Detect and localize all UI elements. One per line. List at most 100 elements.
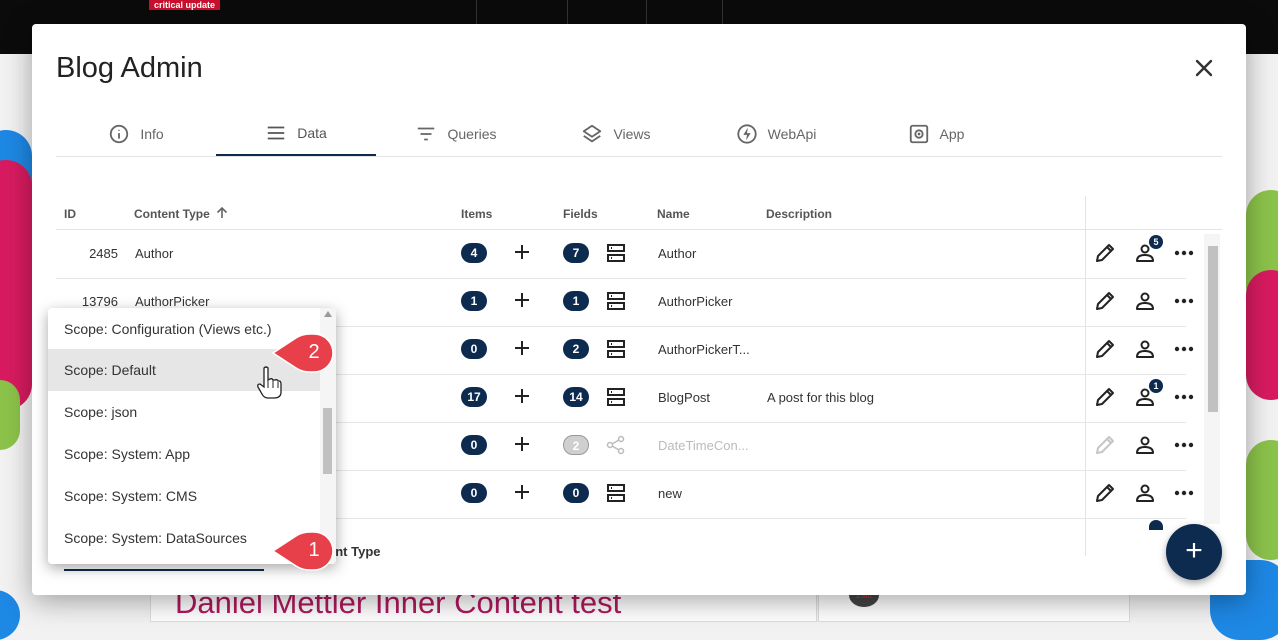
items-count-badge[interactable]: 0 <box>461 435 487 455</box>
header-description[interactable]: Description <box>766 207 832 221</box>
permissions-count-badge: 1 <box>1149 379 1163 393</box>
table-header: ID Content Type Items Fields Name Descri… <box>56 200 1086 230</box>
row-content-type: Author <box>135 246 174 261</box>
fields-icon[interactable] <box>605 482 627 504</box>
layers-icon <box>583 124 602 143</box>
arrow-up-icon[interactable] <box>215 206 229 220</box>
row-id: 13796 <box>81 294 118 309</box>
tab-queries[interactable]: Queries <box>376 112 536 156</box>
more-icon[interactable] <box>1173 434 1195 456</box>
fields-count-badge[interactable]: 2 <box>563 435 589 455</box>
add-content-type-button[interactable]: + <box>1166 524 1222 580</box>
edit-icon[interactable] <box>1094 290 1116 312</box>
add-item-icon[interactable] <box>512 242 532 262</box>
tab-bar: Info Data Queries Views WebApi App <box>56 112 1222 157</box>
info-icon <box>110 124 129 144</box>
callout-number: 2 <box>308 341 320 363</box>
row-name: new <box>658 486 682 501</box>
tab-label: Info <box>140 126 164 142</box>
add-item-icon[interactable] <box>512 434 532 454</box>
items-count-badge[interactable]: 0 <box>461 483 487 503</box>
edit-icon[interactable] <box>1094 434 1116 456</box>
items-count-badge[interactable]: 0 <box>461 339 487 359</box>
more-icon[interactable] <box>1173 338 1195 360</box>
scope-option-system-app[interactable]: Scope: System: App <box>48 433 320 475</box>
bottom-tab-indicator <box>64 569 264 571</box>
row-name: AuthorPickerT... <box>658 342 750 357</box>
header-name[interactable]: Name <box>657 207 690 221</box>
row-name: AuthorPicker <box>658 294 733 309</box>
table-row[interactable]: 2485 Author 4 7 Author 5 <box>56 230 1194 279</box>
callout-number: 1 <box>308 539 320 561</box>
tab-webapi[interactable]: WebApi <box>696 112 856 156</box>
more-icon[interactable] <box>1173 290 1195 312</box>
tab-label: Views <box>613 126 651 142</box>
fields-icon[interactable] <box>605 338 627 360</box>
row-content-type: AuthorPicker <box>135 294 210 309</box>
row-id: 2485 <box>89 246 118 261</box>
row-name: BlogPost <box>658 390 711 405</box>
permissions-icon[interactable] <box>1134 482 1156 504</box>
close-icon[interactable] <box>1190 54 1218 82</box>
fields-icon[interactable] <box>605 386 627 408</box>
more-icon[interactable] <box>1173 482 1195 504</box>
add-item-icon[interactable] <box>512 290 532 310</box>
background-shape <box>1246 270 1278 400</box>
header-content-type[interactable]: Content Type <box>134 207 210 221</box>
edit-icon[interactable] <box>1094 242 1116 264</box>
more-icon[interactable] <box>1173 242 1195 264</box>
add-item-icon[interactable] <box>512 386 532 406</box>
partial-badge <box>1149 520 1163 530</box>
permissions-icon[interactable] <box>1134 338 1156 360</box>
tab-label: Data <box>297 125 327 141</box>
header-fields[interactable]: Fields <box>563 207 598 221</box>
tab-info[interactable]: Info <box>56 112 216 156</box>
tab-label: App <box>939 126 965 142</box>
background-shape <box>1246 440 1278 560</box>
tab-data[interactable]: Data <box>216 112 376 156</box>
items-count-badge[interactable]: 17 <box>461 387 487 407</box>
menu-lines-icon <box>267 126 285 140</box>
edit-icon[interactable] <box>1094 386 1116 408</box>
background-shape <box>0 380 20 450</box>
hand-cursor-icon <box>257 366 282 399</box>
scope-option-system-cms[interactable]: Scope: System: CMS <box>48 475 320 517</box>
row-name: Author <box>658 246 697 261</box>
filter-icon <box>418 127 435 141</box>
header-id[interactable]: ID <box>64 207 76 221</box>
critical-update-badge: critical update <box>149 0 221 10</box>
permissions-icon[interactable] <box>1134 290 1156 312</box>
header-items[interactable]: Items <box>461 207 492 221</box>
background-shape <box>0 590 20 640</box>
tab-app[interactable]: App <box>856 112 1016 156</box>
items-count-badge[interactable]: 1 <box>461 291 487 311</box>
add-item-icon[interactable] <box>512 338 532 358</box>
fields-count-badge[interactable]: 14 <box>563 387 589 407</box>
dropdown-scrollbar-thumb[interactable] <box>323 408 332 474</box>
edit-icon[interactable] <box>1094 482 1116 504</box>
background-shape <box>0 160 32 410</box>
fields-count-badge[interactable]: 2 <box>563 339 589 359</box>
fields-icon[interactable] <box>605 242 627 264</box>
add-item-icon[interactable] <box>512 482 532 502</box>
more-icon[interactable] <box>1173 386 1195 408</box>
fields-count-badge[interactable]: 1 <box>563 291 589 311</box>
fields-count-badge[interactable]: 0 <box>563 483 589 503</box>
tab-label: WebApi <box>767 126 817 142</box>
tab-views[interactable]: Views <box>536 112 696 156</box>
edit-icon[interactable] <box>1094 338 1116 360</box>
permissions-icon[interactable] <box>1134 434 1156 456</box>
scroll-up-icon[interactable] <box>324 311 332 317</box>
bolt-icon <box>736 124 757 144</box>
table-scrollbar-thumb[interactable] <box>1208 246 1218 412</box>
fields-count-badge[interactable]: 7 <box>563 243 589 263</box>
fields-icon[interactable] <box>605 290 627 312</box>
items-count-badge[interactable]: 4 <box>461 243 487 263</box>
row-description: A post for this blog <box>767 390 874 405</box>
tab-label: Queries <box>447 126 497 142</box>
row-name: DateTimeCon... <box>658 438 749 453</box>
callout-marker-1: 1 <box>272 531 334 571</box>
settings-box-icon <box>909 124 928 144</box>
share-icon[interactable] <box>605 434 627 456</box>
permissions-count-badge: 5 <box>1149 235 1163 249</box>
